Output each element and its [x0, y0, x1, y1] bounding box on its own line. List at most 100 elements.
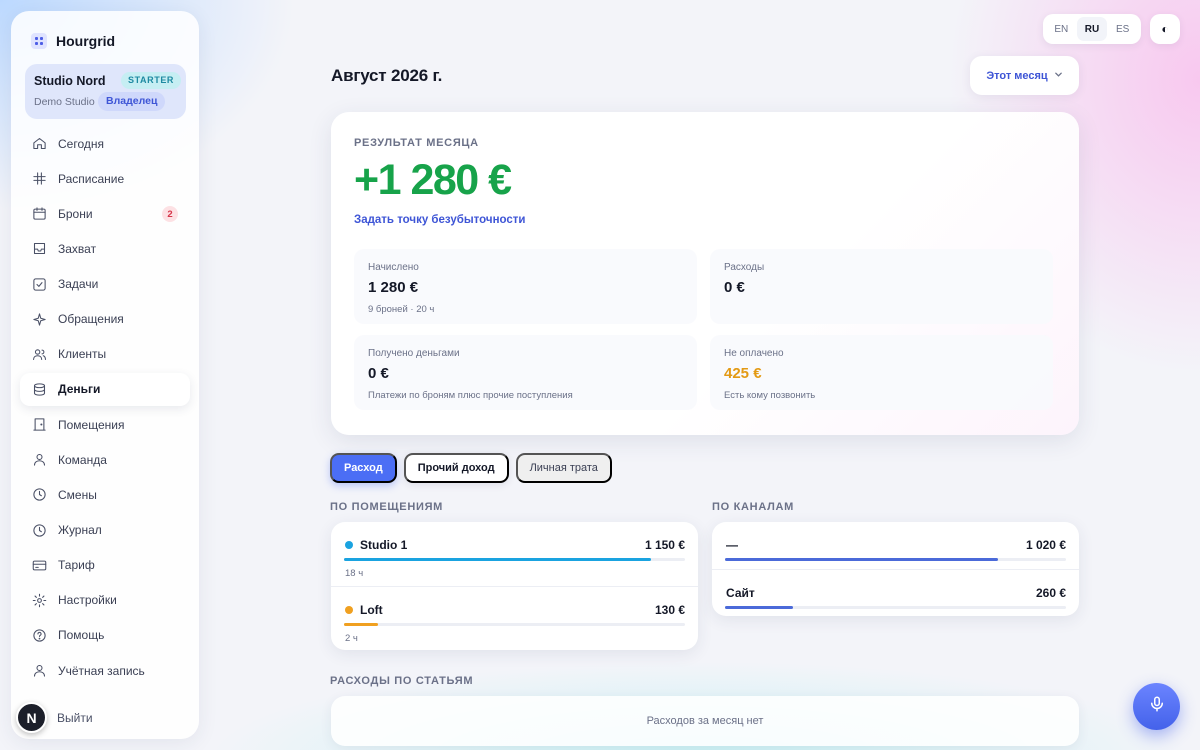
channel-share-bar: [725, 606, 1066, 609]
stat-unpaid[interactable]: Не оплачено 425 € Есть кому позвонить: [710, 335, 1053, 410]
room-share-bar: [344, 558, 685, 561]
sidebar-item-label: Расписание: [58, 171, 125, 186]
sidebar-item[interactable]: Журнал: [20, 514, 190, 547]
period-select-label: Этот месяц: [986, 69, 1048, 82]
chevron-down-icon: [1054, 70, 1063, 82]
room-row[interactable]: Loft 130 € 2 ч: [331, 586, 698, 650]
sidebar-item[interactable]: Клиенты: [20, 338, 190, 371]
app-name: Hourgrid: [56, 33, 116, 49]
sidebar-item-label: Деньги: [58, 382, 101, 397]
sidebar-item-label: Клиенты: [58, 347, 107, 362]
sidebar-item[interactable]: Смены: [20, 478, 190, 511]
stat-expenses: Расходы 0 €: [710, 249, 1053, 324]
sidebar-item-label: Команда: [58, 452, 107, 467]
stat-value: 1 280 €: [368, 279, 419, 296]
sidebar: Hourgrid Studio Nord STARTER Demo Studio…: [11, 11, 199, 739]
door-icon: [32, 417, 47, 432]
sidebar-item[interactable]: Команда: [20, 443, 190, 476]
sidebar-item-label: Настройки: [58, 593, 117, 608]
stat-received: Получено деньгами 0 € Платежи по броням …: [354, 335, 697, 410]
stat-label: Получено деньгами: [368, 348, 460, 359]
logout-button[interactable]: N Выйти: [16, 702, 93, 733]
clock-icon: [32, 487, 47, 502]
room-amount: 1 150 €: [644, 538, 685, 552]
stat-label: Расходы: [724, 262, 765, 273]
channel-share-fill: [725, 606, 794, 609]
sidebar-item[interactable]: Задачи: [20, 268, 190, 301]
help-icon: [32, 628, 47, 643]
home-icon: [32, 136, 47, 151]
stat-note: Платежи по броням плюс прочие поступлени…: [368, 390, 573, 401]
channel-amount: 1 020 €: [1025, 538, 1066, 552]
language-option[interactable]: ES: [1107, 17, 1138, 41]
add-personal-expense-button[interactable]: Личная трата: [515, 453, 612, 483]
rooms-section-title: ПО ПОМЕЩЕНИЯМ: [330, 501, 444, 513]
sidebar-item[interactable]: Учётная запись: [20, 654, 190, 687]
sidebar-item[interactable]: Настройки: [20, 584, 190, 617]
month-result-value: +1 280 €: [354, 156, 512, 204]
sidebar-item-label: Обращения: [58, 312, 124, 327]
microphone-icon: [1148, 695, 1166, 718]
room-share-fill: [344, 558, 651, 561]
logout-label: Выйти: [57, 710, 93, 725]
sidebar-nav: Сегодня Расписание Брони 2 Захват Задачи Обращ…: [20, 127, 190, 689]
channel-share-bar: [725, 558, 1066, 561]
sidebar-item[interactable]: Помещения: [20, 408, 190, 441]
page-title: Август 2026 г.: [331, 66, 443, 85]
contrast-icon: ◐: [1161, 22, 1169, 36]
sidebar-item-label: Захват: [58, 241, 97, 256]
sidebar-item[interactable]: Расписание: [20, 162, 190, 195]
sidebar-item[interactable]: Брони 2: [20, 197, 190, 230]
sidebar-item-label: Журнал: [58, 523, 102, 538]
month-result-card: РЕЗУЛЬТАТ МЕСЯЦА +1 280 € Задать точку б…: [331, 112, 1079, 435]
check-square-icon: [32, 277, 47, 292]
period-select[interactable]: Этот месяц: [970, 56, 1079, 95]
brand[interactable]: Hourgrid: [31, 33, 115, 49]
calendar-icon: [32, 206, 47, 221]
studio-switcher[interactable]: Studio Nord STARTER Demo Studio Владелец: [25, 64, 186, 119]
add-expense-button[interactable]: Расход: [330, 453, 397, 483]
channel-row[interactable]: Сайт 260 €: [712, 569, 1079, 616]
stat-note: Есть кому позвонить: [724, 390, 816, 401]
count-badge: 2: [162, 206, 178, 223]
theme-toggle-button[interactable]: ◐: [1150, 14, 1180, 44]
language-option[interactable]: RU: [1076, 17, 1108, 41]
workspace-name: Demo Studio: [34, 96, 95, 108]
stat-value: 0 €: [368, 365, 389, 382]
entry-type-tabs: Расход Прочий доход Личная трата: [330, 453, 612, 483]
sidebar-item[interactable]: Обращения: [20, 303, 190, 336]
room-name: Studio 1: [360, 538, 408, 552]
users-icon: [32, 347, 47, 362]
voice-input-button[interactable]: [1133, 683, 1180, 730]
room-name-wrap: Loft: [345, 603, 383, 617]
channels-section-title: ПО КАНАЛАМ: [712, 501, 795, 513]
inbox-icon: [32, 241, 47, 256]
sidebar-item[interactable]: Захват: [20, 232, 190, 265]
room-color-dot: [345, 606, 353, 614]
set-breakeven-link[interactable]: Задать точку безубыточности: [354, 214, 526, 226]
sidebar-item-label: Помещения: [58, 417, 125, 432]
add-other-income-button[interactable]: Прочий доход: [403, 453, 509, 483]
empty-state-text: Расходов за месяц нет: [646, 715, 764, 727]
language-option[interactable]: EN: [1046, 17, 1077, 41]
stat-note: 9 броней · 20 ч: [368, 304, 435, 315]
stat-accrued: Начислено 1 280 € 9 броней · 20 ч: [354, 249, 697, 324]
room-name: Loft: [360, 603, 383, 617]
stat-value: 425 €: [724, 365, 762, 382]
avatar[interactable]: N: [16, 702, 47, 733]
sidebar-item[interactable]: Помощь: [20, 619, 190, 652]
sidebar-item[interactable]: Сегодня: [20, 127, 190, 160]
room-share-fill: [344, 623, 379, 626]
room-name-wrap: Studio 1: [345, 538, 407, 552]
sidebar-item[interactable]: Тариф: [20, 549, 190, 582]
expenses-by-item-title: РАСХОДЫ ПО СТАТЬЯМ: [330, 675, 474, 687]
channel-row[interactable]: — 1 020 €: [712, 522, 1079, 569]
sidebar-item[interactable]: Деньги: [20, 372, 190, 406]
stat-label: Начислено: [368, 262, 419, 273]
room-hours: 18 ч: [345, 568, 364, 579]
room-row[interactable]: Studio 1 1 150 € 18 ч: [331, 522, 698, 586]
account-icon: [32, 663, 47, 678]
stat-label: Не оплачено: [724, 348, 784, 359]
expenses-by-item-card: Расходов за месяц нет: [331, 696, 1079, 746]
gear-icon: [32, 593, 47, 608]
